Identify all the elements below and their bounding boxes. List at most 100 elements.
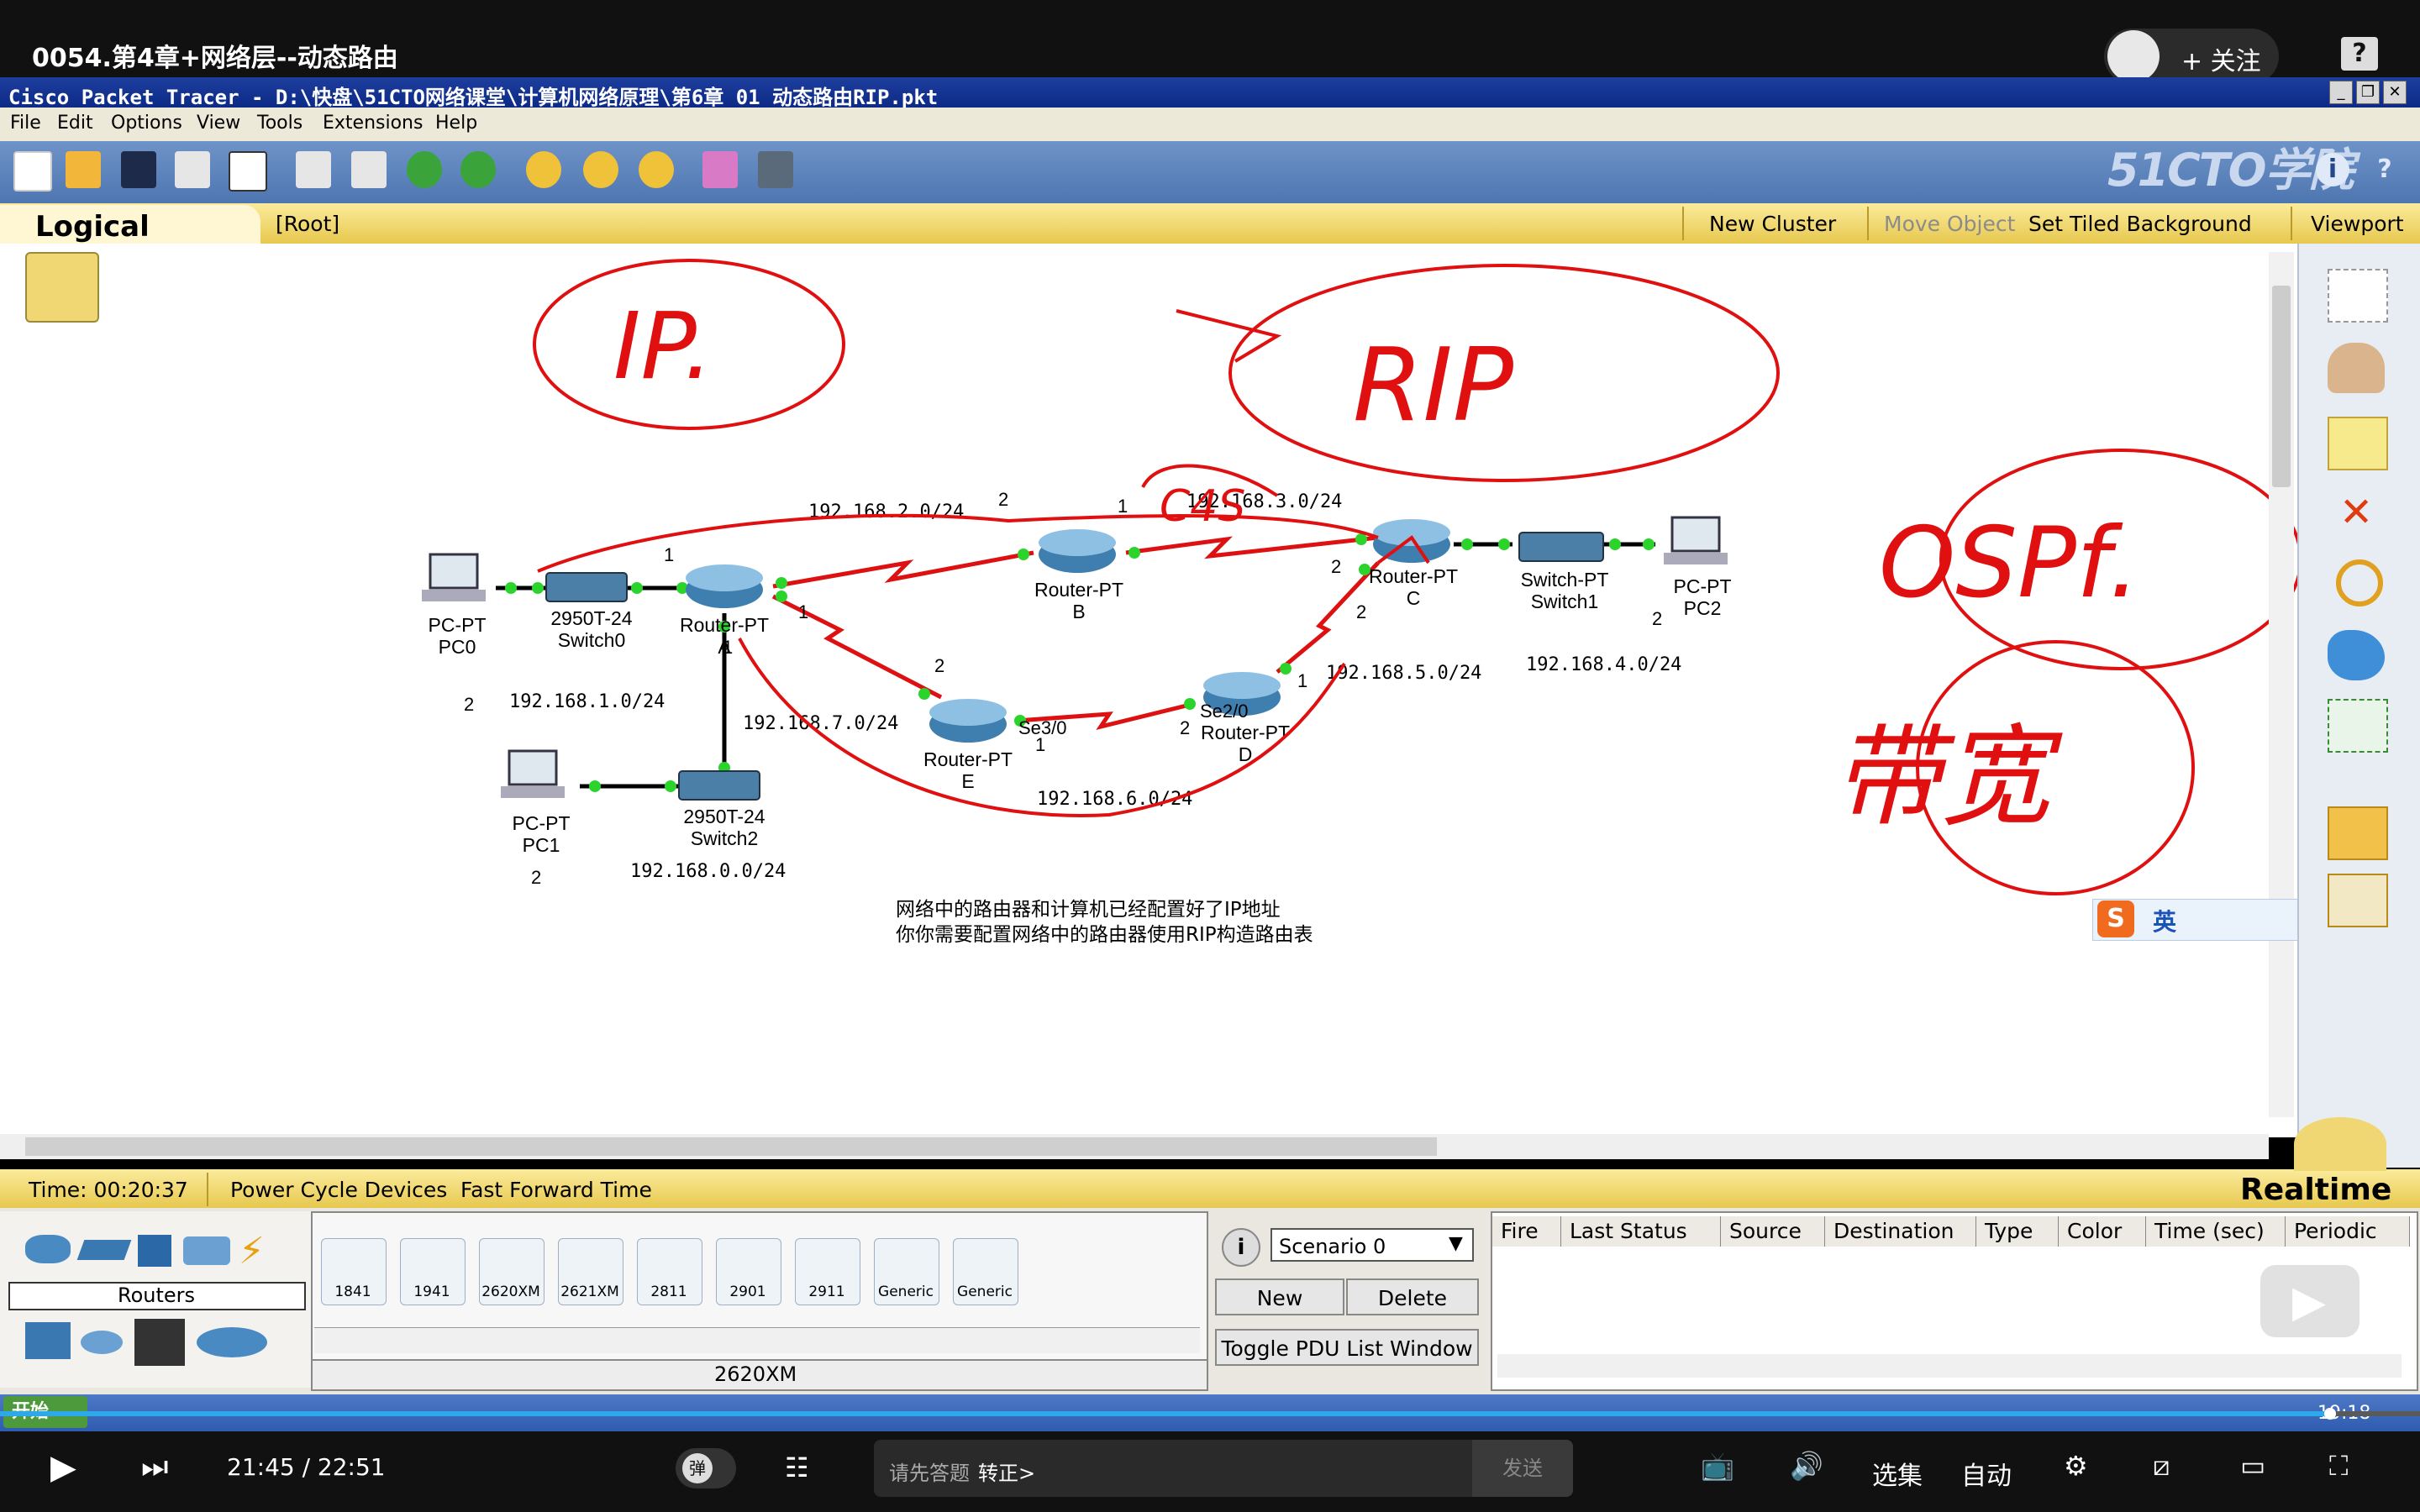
router-d-type-label: Router-PT — [1201, 722, 1290, 743]
redo-icon[interactable] — [460, 151, 496, 188]
delete-tool-icon[interactable]: ✕ — [2339, 489, 2373, 536]
device-router-b — [1039, 529, 1116, 573]
pc2-type-label: PC-PT — [1674, 575, 1732, 597]
routers-category-icon[interactable] — [25, 1235, 71, 1263]
help-question-icon[interactable]: ? — [2368, 153, 2402, 186]
multiuser-category-icon[interactable] — [197, 1327, 267, 1357]
uploader-avatar[interactable] — [2107, 30, 2160, 82]
widescreen-icon[interactable]: ▭ — [2240, 1450, 2265, 1482]
menu-help[interactable]: Help — [435, 113, 477, 134]
menu-extensions[interactable]: Extensions — [323, 113, 423, 134]
end-devices-category-icon[interactable] — [25, 1322, 71, 1359]
paste-icon[interactable] — [351, 151, 387, 188]
power-cycle-button[interactable]: Power Cycle Devices — [230, 1178, 447, 1202]
router-c-name-label: C — [1407, 587, 1421, 609]
note-tool-icon[interactable] — [2328, 417, 2388, 470]
restore-button[interactable]: ❐ — [2356, 81, 2380, 104]
port-num: 1 — [723, 637, 733, 658]
port-num: 2 — [531, 867, 541, 888]
new-file-icon[interactable] — [13, 151, 52, 192]
new-cluster-button[interactable]: New Cluster — [1709, 212, 1836, 236]
menu-file[interactable]: File — [10, 113, 41, 134]
viewport-button[interactable]: Viewport — [2311, 212, 2404, 236]
set-tiled-background-button[interactable]: Set Tiled Background — [2028, 212, 2252, 236]
info-icon[interactable]: i — [2316, 153, 2349, 186]
inspect-tool-icon[interactable] — [2336, 559, 2383, 606]
delete-scenario-button[interactable]: Delete — [1346, 1278, 1479, 1315]
sogou-ime-icon[interactable]: S — [2097, 900, 2134, 937]
send-danmu-button[interactable]: 发送 — [1472, 1440, 1573, 1497]
net-label-2: 192.168.2.0/24 — [808, 501, 964, 522]
fast-forward-button[interactable]: Fast Forward Time — [460, 1178, 652, 1202]
video-title: 0054.第4章+网络层--动态路由 — [32, 44, 398, 73]
play-icon[interactable]: ▶ — [50, 1448, 76, 1487]
hand-tool-icon[interactable] — [2328, 343, 2385, 393]
episodes-button[interactable]: 选集 — [1872, 1455, 1923, 1492]
video-progress-fill — [0, 1411, 2331, 1416]
copy-icon[interactable] — [296, 151, 331, 188]
category-label: Routers — [118, 1284, 196, 1307]
zoom-in-icon[interactable] — [526, 151, 561, 188]
zoom-reset-icon[interactable] — [583, 151, 618, 188]
topology-canvas[interactable]: PC-PT PC0 2950T-24 Switch0 Router-PT A R… — [0, 244, 2297, 1137]
scenario-info-icon[interactable]: i — [1222, 1228, 1260, 1267]
play-triangle-icon[interactable]: ▶ — [2292, 1277, 2326, 1327]
close-button[interactable]: ✕ — [2383, 81, 2407, 104]
danmu-toggle-label[interactable]: 弹 — [682, 1453, 713, 1483]
chevron-down-icon[interactable]: ▼ — [1449, 1233, 1463, 1254]
wan-emulation-category-icon[interactable] — [81, 1331, 123, 1354]
custom-device-icon[interactable] — [758, 151, 793, 188]
open-folder-icon[interactable] — [66, 151, 101, 188]
annotation-ip: IP. — [613, 292, 713, 400]
activity-wizard-icon[interactable] — [229, 151, 267, 192]
select-tool-icon[interactable] — [2328, 269, 2388, 323]
tv-icon[interactable]: 📺 — [1701, 1450, 1734, 1482]
save-icon[interactable] — [121, 151, 156, 188]
palette-icon[interactable] — [702, 151, 738, 188]
new-scenario-button[interactable]: New — [1215, 1278, 1344, 1315]
print-icon[interactable] — [175, 151, 210, 188]
menu-options[interactable]: Options — [111, 113, 182, 134]
wireless-category-icon[interactable] — [183, 1236, 230, 1265]
menu-tools[interactable]: Tools — [257, 113, 302, 134]
add-simple-pdu-icon[interactable] — [2328, 806, 2388, 860]
undo-icon[interactable] — [407, 151, 442, 188]
danmu-action-link[interactable]: 转正> — [978, 1457, 1035, 1486]
root-breadcrumb[interactable]: [Root] — [276, 212, 339, 236]
move-object-button[interactable]: Move Object — [1884, 212, 2015, 236]
volume-icon[interactable]: 🔊 — [1790, 1450, 1823, 1482]
device-router-a — [686, 564, 763, 608]
menu-view[interactable]: View — [197, 113, 240, 134]
settings-gear-icon[interactable]: ⚙ — [2064, 1450, 2088, 1482]
ime-language[interactable]: 英 — [2153, 904, 2176, 937]
hubs-category-icon[interactable] — [138, 1235, 171, 1267]
help-icon[interactable]: ? — [2341, 37, 2378, 71]
models-scrollbar[interactable] — [314, 1327, 1200, 1353]
menu-edit[interactable]: Edit — [57, 113, 93, 134]
scenario-select[interactable]: Scenario 0 — [1270, 1228, 1474, 1262]
custom-devices-category-icon[interactable] — [134, 1319, 185, 1366]
horizontal-scroll-thumb[interactable] — [25, 1137, 1437, 1156]
realtime-mode-label[interactable]: Realtime — [2240, 1173, 2391, 1207]
follow-label[interactable]: + 关注 — [2181, 40, 2261, 77]
toggle-pdu-list-button[interactable]: Toggle PDU List Window — [1215, 1329, 1479, 1366]
fullscreen-icon[interactable]: ⛶ — [2329, 1450, 2348, 1483]
zoom-out-icon[interactable] — [639, 151, 674, 188]
model-label: 2621XM — [560, 1284, 619, 1300]
port-num: 2 — [1652, 608, 1662, 629]
danmu-settings-icon[interactable]: ☷ — [785, 1452, 809, 1483]
router-c-type-label: Router-PT — [1369, 565, 1458, 587]
minimize-button[interactable]: _ — [2329, 81, 2353, 104]
add-complex-pdu-icon[interactable] — [2328, 874, 2388, 927]
quality-button[interactable]: 自动 — [1961, 1455, 2012, 1492]
connections-category-icon[interactable]: ⚡ — [239, 1230, 265, 1273]
realtime-clock-icon[interactable] — [2294, 1117, 2386, 1171]
pip-off-icon[interactable]: ⧄ — [2153, 1450, 2170, 1483]
next-icon[interactable]: ⏭ — [141, 1450, 168, 1485]
annotation-rip-sub: C4S — [1160, 481, 1245, 532]
port-num: 2 — [1356, 601, 1366, 622]
vertical-scroll-thumb[interactable] — [2272, 286, 2291, 487]
pdu-scrollbar[interactable] — [1497, 1354, 2402, 1378]
switches-category-icon[interactable] — [76, 1240, 132, 1260]
resize-tool-icon[interactable] — [2328, 699, 2388, 753]
